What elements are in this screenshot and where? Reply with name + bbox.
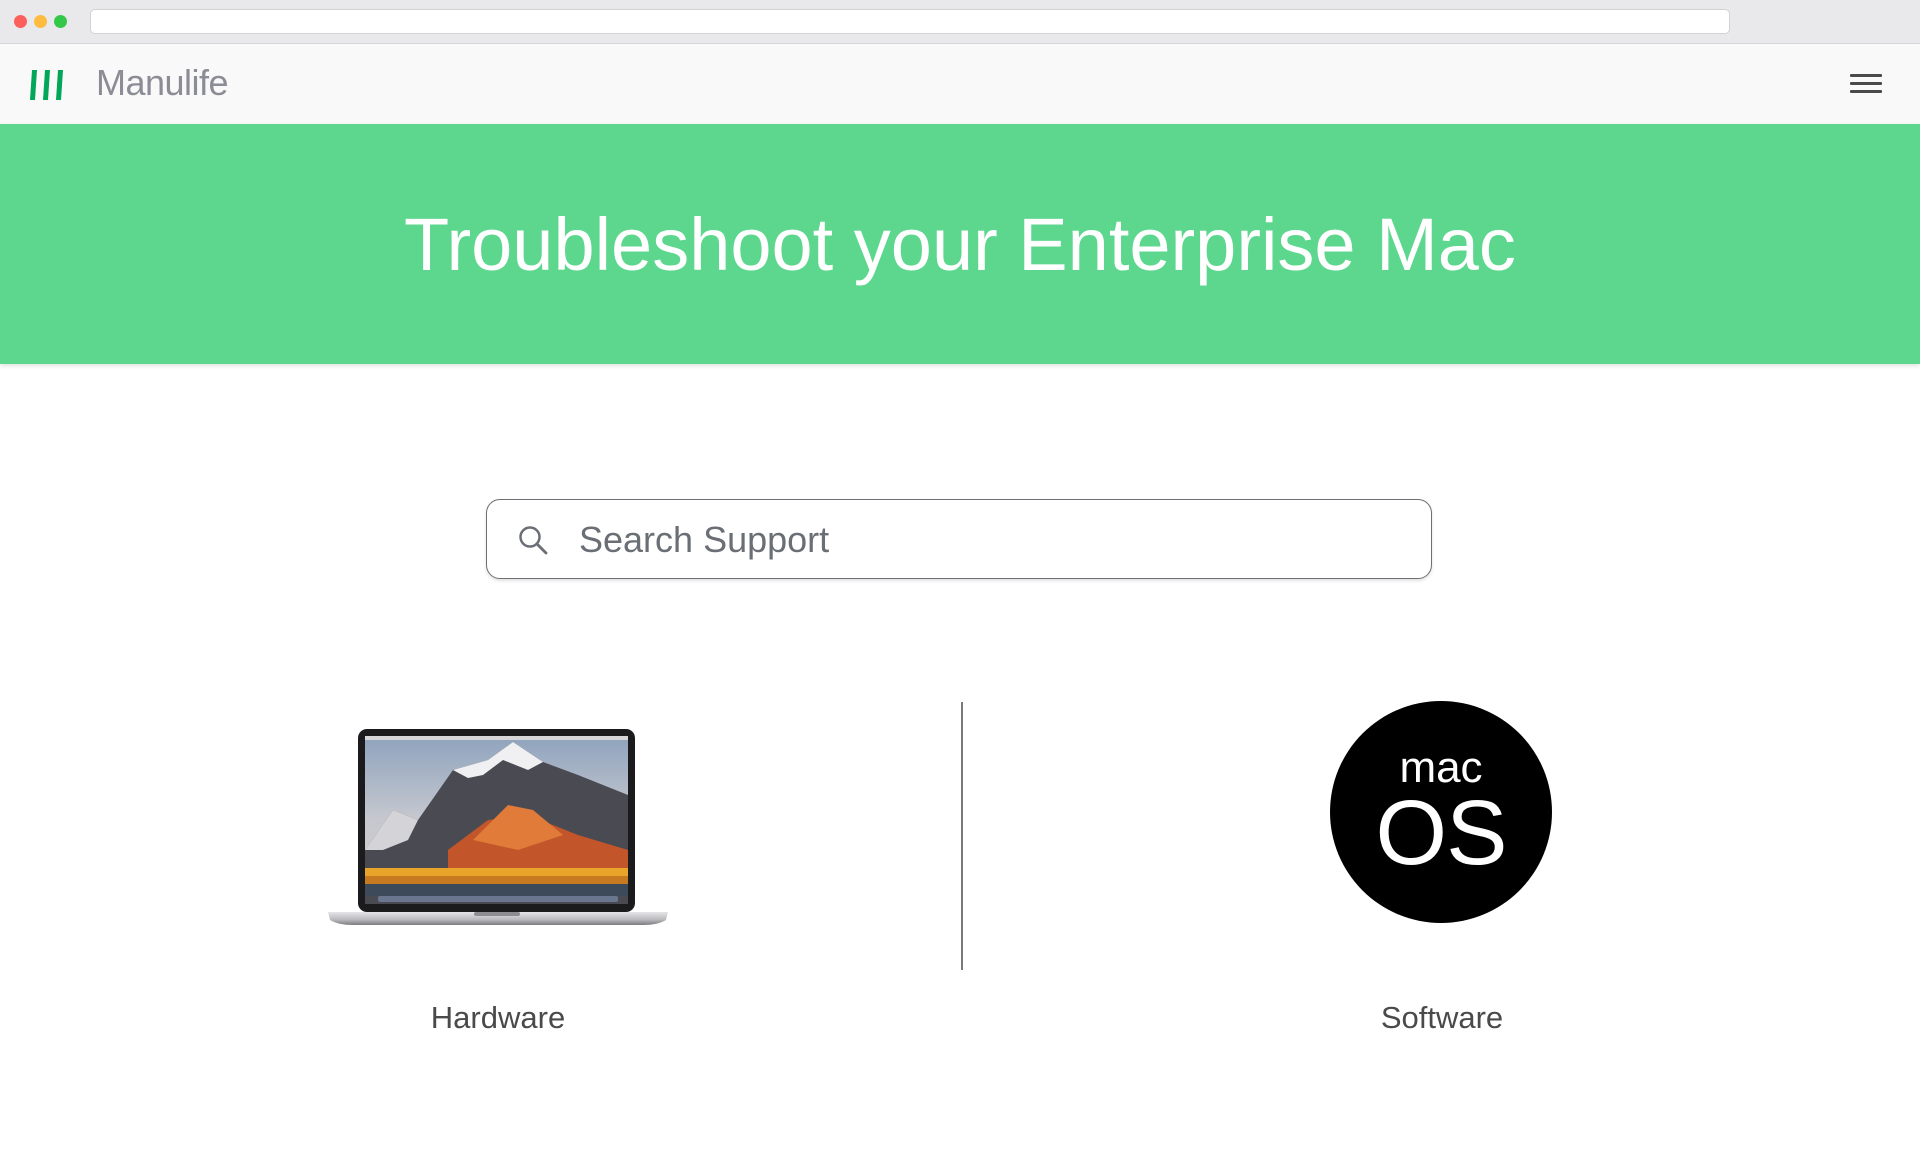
zoom-window-button[interactable] [54,15,67,28]
page-title: Troubleshoot your Enterprise Mac [404,203,1516,286]
search-input[interactable] [577,510,1401,570]
browser-chrome [0,0,1920,44]
software-label[interactable]: Software [1232,1000,1652,1036]
hero-banner: Troubleshoot your Enterprise Mac [0,124,1920,364]
minimize-window-button[interactable] [34,15,47,28]
site-header: Manulife [0,44,1920,124]
brand-name[interactable]: Manulife [96,62,229,104]
category-divider [961,702,963,970]
search-box[interactable] [486,499,1432,579]
hardware-label[interactable]: Hardware [288,1000,708,1036]
close-window-button[interactable] [14,15,27,28]
manulife-logo-icon[interactable] [28,66,68,104]
address-bar[interactable] [90,9,1730,34]
hamburger-menu-icon[interactable] [1850,74,1882,98]
macos-logo[interactable]: mac OS [1330,701,1552,923]
macbook-pro-image[interactable] [288,700,708,930]
hardware-category[interactable]: Hardware [288,700,708,1050]
search-icon[interactable] [517,524,549,556]
software-category[interactable]: mac OS Software [1232,700,1652,1050]
macos-logo-os-text: OS [1375,782,1508,884]
